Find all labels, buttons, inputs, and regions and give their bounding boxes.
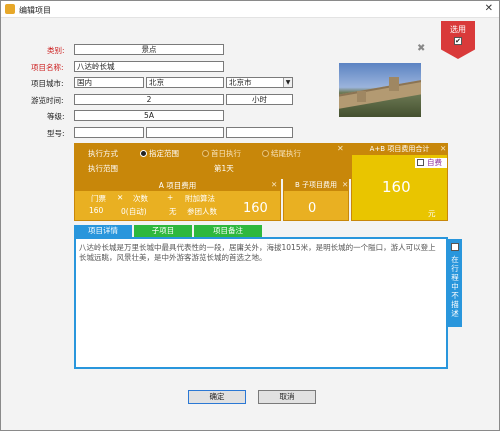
extra-label: 附加算法 [185, 194, 215, 203]
cost-b-panel: B 子项目费用 ✕ 0 [283, 179, 349, 221]
people-value[interactable]: 参团人数 [187, 206, 217, 217]
no-describe-label: 在行程中不描述 [451, 255, 459, 318]
cost-total-close-icon[interactable]: ✕ [440, 144, 446, 153]
duration-label: 游览时间: [31, 96, 64, 105]
self-pay-label: 自费 [427, 158, 442, 167]
exec-mode-label: 执行方式 [88, 149, 118, 158]
cost-a-close-icon[interactable]: ✕ [271, 180, 277, 189]
model-field-3[interactable] [226, 127, 293, 138]
radio-on-icon [140, 150, 147, 157]
name-field[interactable]: 八达岭长城 [74, 61, 224, 72]
cost-b-header: B 子项目费用 [284, 180, 348, 191]
cost-total-value: 160 [382, 178, 411, 196]
photo-tower [389, 77, 399, 91]
cost-total-header: A+B 项目费用合计 [352, 144, 447, 155]
cost-total-panel: A+B 项目费用合计 ✕ 自费 160 元 [351, 143, 448, 221]
no-describe-checkbox[interactable] [451, 243, 459, 251]
exec-range-value: 第1天 [214, 164, 234, 173]
self-pay-checkbox[interactable]: 自费 [415, 158, 447, 168]
delete-icon[interactable]: ✖ [417, 43, 425, 54]
tab-notes[interactable]: 项目备注 [194, 225, 262, 237]
cost-total-unit: 元 [428, 209, 436, 218]
cost-b-total: 0 [308, 201, 317, 216]
cost-a-panel: A 项目费用 ✕ 门票 ✕ 次数 + 附加算法 160 0(自动) 无 参团人数… [74, 179, 281, 221]
radio-first-day[interactable]: 首日执行 [202, 148, 241, 159]
grade-field[interactable]: 5A [74, 110, 224, 121]
plus-icon: + [167, 193, 174, 202]
duration-field[interactable]: 2 [74, 94, 224, 105]
app-icon [5, 4, 15, 14]
select-checkbox[interactable]: ✔ [454, 37, 462, 45]
province-field[interactable]: 北京 [146, 77, 224, 88]
city-select[interactable]: 北京市 ▼ [226, 77, 293, 88]
extra-value[interactable]: 无 [169, 206, 177, 217]
ticket-label: 门票 [91, 194, 106, 203]
radio-last-label: 结尾执行 [271, 149, 301, 158]
city-select-value: 北京市 [229, 78, 252, 87]
tab-sub-items[interactable]: 子项目 [134, 225, 192, 237]
edit-item-window: 编辑项目 ✕ 类别: 景点 项目名称: 八达岭长城 项目城市: 国内 北京 北京… [0, 0, 500, 431]
title-bar: 编辑项目 ✕ [1, 1, 499, 18]
select-badge-label: 选用 [450, 25, 466, 34]
model-field-2[interactable] [146, 127, 224, 138]
exec-close-icon[interactable]: ✕ [337, 144, 344, 153]
duration-unit: 小时 [226, 94, 293, 105]
category-label: 类别: [47, 46, 65, 55]
grade-label: 等级: [47, 112, 65, 121]
radio-off-icon [262, 150, 269, 157]
radio-fixed-label: 指定范围 [149, 149, 179, 158]
radio-off-icon [202, 150, 209, 157]
no-describe-option[interactable]: 在行程中不描述 [448, 239, 462, 327]
photo-tower-2 [357, 91, 366, 102]
ok-button[interactable]: 确定 [188, 390, 246, 404]
country-field[interactable]: 国内 [74, 77, 144, 88]
radio-last-day[interactable]: 结尾执行 [262, 148, 301, 159]
count-label: 次数 [133, 194, 148, 203]
ticket-value[interactable]: 160 [89, 206, 103, 215]
count-value[interactable]: 0(自动) [121, 206, 147, 217]
name-label: 项目名称: [31, 63, 64, 72]
self-pay-box[interactable] [417, 159, 424, 166]
photo-wall [339, 78, 421, 110]
cancel-button[interactable]: 取消 [258, 390, 316, 404]
close-icon[interactable]: ✕ [485, 3, 493, 14]
cost-a-total: 160 [243, 201, 268, 216]
model-field-1[interactable] [74, 127, 144, 138]
chevron-down-icon[interactable]: ▼ [283, 78, 292, 87]
detail-editor[interactable]: 八达岭长城是万里长城中最具代表性的一段，居庸关外，海拔1015米，是明长城的一个… [74, 237, 448, 369]
detail-tabs: 项目详情 子项目 项目备注 [74, 225, 448, 237]
times-icon: ✕ [117, 193, 124, 202]
exec-range-label: 执行范围 [88, 164, 118, 173]
category-field[interactable]: 景点 [74, 44, 224, 55]
tab-detail[interactable]: 项目详情 [74, 225, 132, 237]
radio-fixed-range[interactable]: 指定范围 [140, 148, 179, 159]
radio-first-label: 首日执行 [211, 149, 241, 158]
cost-a-header: A 项目费用 [75, 180, 280, 191]
select-badge[interactable]: 选用 ✔ [441, 21, 475, 59]
city-label: 项目城市: [31, 79, 64, 88]
detail-text[interactable]: 八达岭长城是万里长城中最具代表性的一段，居庸关外，海拔1015米，是明长城的一个… [79, 243, 443, 263]
cost-b-close-icon[interactable]: ✕ [342, 180, 348, 189]
item-photo [339, 63, 421, 117]
window-title: 编辑项目 [19, 6, 51, 15]
model-label: 型号: [47, 129, 65, 138]
